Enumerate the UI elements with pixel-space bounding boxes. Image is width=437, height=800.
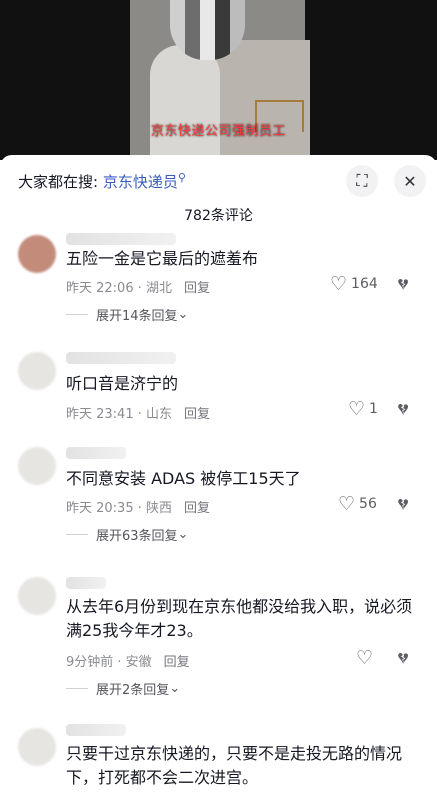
fullscreen-icon: ⛶ [356, 171, 368, 190]
like-button[interactable]: ♡ 56 [338, 493, 377, 515]
comment-text: 从去年6月份到现在京东他都没给我入职，说必须满25我今年才23。 [66, 597, 413, 640]
divider-line [66, 314, 88, 315]
video-subtitle: 京东快递公司强制员工 [150, 124, 286, 139]
comment-meta: 昨天 23:41 · 山东 回复 [66, 403, 210, 422]
comment-time: 昨天 22:06 · 湖北 [66, 281, 172, 296]
close-button[interactable]: ✕ [394, 165, 426, 197]
like-button[interactable]: ♡ [356, 647, 377, 669]
like-button[interactable]: ♡ 164 [330, 273, 378, 295]
avatar[interactable] [18, 577, 56, 615]
chevron-down-icon: ⌄ [177, 307, 189, 322]
like-count: 1 [369, 401, 378, 417]
divider-line [66, 688, 88, 689]
comment-meta: 昨天 20:35 · 陕西 回复 [66, 497, 210, 516]
heart-icon: ♡ [356, 647, 374, 669]
comment-text: 不同意安装 ADAS 被停工15天了 [66, 469, 301, 488]
like-button[interactable]: ♡ 1 [348, 398, 378, 420]
divider-line [66, 534, 88, 535]
avatar[interactable] [18, 728, 56, 766]
video-player[interactable]: 京东快递公司强制员工 [0, 0, 437, 160]
expand-replies-button[interactable]: 展开14条回复 ⌄ [66, 305, 188, 324]
expand-replies-label: 展开2条回复 [96, 683, 170, 698]
comment-sheet: 大家都在搜: 京东快递员⚲ ⛶ ✕ 782条评论 五险一金是它最后的遮羞布 昨天… [0, 155, 437, 800]
username-blurred[interactable] [66, 352, 176, 364]
like-count: 164 [351, 276, 378, 292]
chevron-down-icon: ⌄ [177, 527, 189, 542]
comment-text: 听口音是济宁的 [66, 374, 179, 393]
broken-heart-icon[interactable]: 💔︎ [398, 495, 408, 515]
video-person [150, 45, 220, 160]
avatar[interactable] [18, 352, 56, 390]
expand-replies-button[interactable]: 展开2条回复 ⌄ [66, 679, 180, 698]
heart-icon: ♡ [330, 273, 348, 295]
heart-icon: ♡ [348, 398, 366, 420]
close-icon: ✕ [403, 171, 417, 191]
expand-replies-label: 展开14条回复 [96, 309, 178, 324]
search-suggestion[interactable]: 大家都在搜: 京东快递员⚲ [18, 171, 186, 192]
broken-heart-icon[interactable]: 💔︎ [398, 400, 408, 420]
heart-icon: ♡ [338, 493, 356, 515]
avatar[interactable] [18, 235, 56, 273]
username-blurred[interactable] [66, 577, 106, 589]
search-prefix: 大家都在搜: [18, 173, 99, 191]
comment-text: 只要干过京东快递的，只要不是走投无路的情况下，打死都不会二次进宫。 [66, 744, 403, 787]
avatar[interactable] [18, 447, 56, 485]
expand-replies-button[interactable]: 展开63条回复 ⌄ [66, 525, 188, 544]
comment-time: 昨天 23:41 · 山东 [66, 407, 172, 422]
username-blurred[interactable] [66, 447, 126, 459]
reply-button[interactable]: 回复 [164, 655, 190, 670]
comment-time: 9分钟前 · 安徽 [66, 655, 152, 670]
broken-heart-icon[interactable]: 💔︎ [398, 649, 408, 669]
username-blurred[interactable] [66, 724, 126, 736]
reply-button[interactable]: 回复 [184, 501, 210, 516]
like-count: 56 [359, 496, 377, 512]
broken-heart-icon[interactable]: 💔︎ [398, 275, 408, 295]
comment-count: 782条评论 [184, 208, 253, 224]
comment-time: 昨天 20:35 · 陕西 [66, 501, 172, 516]
reply-button[interactable]: 回复 [184, 281, 210, 296]
expand-replies-label: 展开63条回复 [96, 529, 178, 544]
username-blurred[interactable] [66, 233, 176, 245]
fullscreen-button[interactable]: ⛶ [346, 165, 378, 197]
reply-button[interactable]: 回复 [184, 407, 210, 422]
search-keyword[interactable]: 京东快递员 [103, 173, 178, 191]
chevron-down-icon: ⌄ [169, 681, 181, 696]
comment-text: 五险一金是它最后的遮羞布 [66, 249, 259, 268]
comment-meta: 9分钟前 · 安徽 回复 [66, 651, 190, 670]
comment-meta: 昨天 22:06 · 湖北 回复 [66, 277, 210, 296]
search-icon: ⚲ [177, 171, 186, 184]
